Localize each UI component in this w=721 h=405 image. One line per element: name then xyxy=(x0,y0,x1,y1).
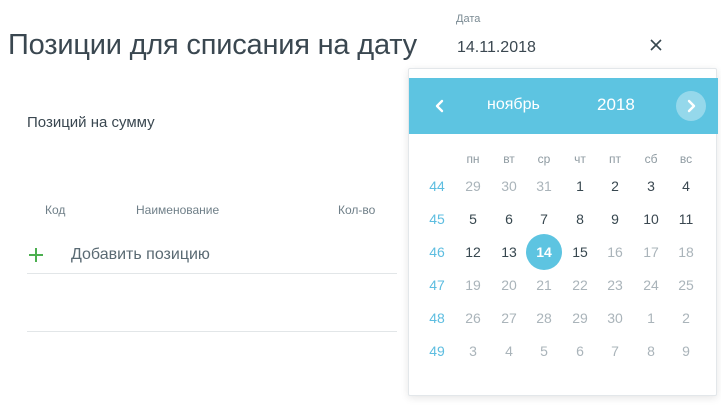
week-row: 49 3 4 5 6 7 8 9 xyxy=(421,335,711,368)
close-button[interactable] xyxy=(647,36,665,54)
column-header-name: Наименование xyxy=(136,203,220,217)
day-cell[interactable]: 6 xyxy=(493,203,525,235)
divider xyxy=(27,331,397,332)
plus-icon xyxy=(29,248,43,262)
day-cell[interactable]: 26 xyxy=(457,302,489,334)
sum-label: Позиций на сумму xyxy=(27,114,155,131)
day-cell[interactable]: 2 xyxy=(670,302,702,334)
day-cell[interactable]: 20 xyxy=(493,269,525,301)
day-cell[interactable]: 5 xyxy=(457,203,489,235)
prev-month-button[interactable] xyxy=(427,92,453,120)
day-cell[interactable]: 5 xyxy=(528,335,560,367)
day-cell[interactable]: 2 xyxy=(599,170,631,202)
week-number: 48 xyxy=(429,310,445,326)
week-row: 46 12 13 14 15 16 17 18 xyxy=(421,234,711,270)
weekday-label: чт xyxy=(574,152,586,166)
day-cell[interactable]: 6 xyxy=(564,335,596,367)
date-input[interactable] xyxy=(457,37,567,59)
week-number: 46 xyxy=(429,244,445,260)
day-cell[interactable]: 22 xyxy=(564,269,596,301)
datepicker-header: ноябрь 2018 xyxy=(409,78,718,134)
chevron-right-icon xyxy=(687,99,696,113)
day-cell[interactable]: 10 xyxy=(635,203,667,235)
day-cell[interactable]: 4 xyxy=(493,335,525,367)
chevron-left-icon xyxy=(435,99,444,113)
day-cell[interactable]: 21 xyxy=(528,269,560,301)
next-month-button[interactable] xyxy=(676,91,706,121)
week-number: 47 xyxy=(429,277,445,293)
day-cell[interactable]: 8 xyxy=(564,203,596,235)
day-cell[interactable]: 18 xyxy=(670,236,702,268)
week-row: 45 5 6 7 8 9 10 11 xyxy=(421,203,711,236)
week-number: 49 xyxy=(429,343,445,359)
datepicker-grid: пн вт ср чт пт сб вс 44 29 30 31 1 2 3 4… xyxy=(421,148,711,368)
day-cell[interactable]: 17 xyxy=(635,236,667,268)
day-cell[interactable]: 15 xyxy=(564,236,596,268)
day-cell[interactable]: 30 xyxy=(493,170,525,202)
day-cell[interactable]: 31 xyxy=(528,170,560,202)
day-cell[interactable]: 3 xyxy=(635,170,667,202)
weekday-label: сб xyxy=(644,152,658,166)
datepicker-year[interactable]: 2018 xyxy=(597,95,635,115)
day-cell[interactable]: 7 xyxy=(599,335,631,367)
day-cell[interactable]: 7 xyxy=(528,203,560,235)
day-cell[interactable]: 24 xyxy=(635,269,667,301)
day-cell[interactable]: 27 xyxy=(493,302,525,334)
column-header-qty: Кол-во xyxy=(338,203,376,217)
add-item-button[interactable]: Добавить позицию xyxy=(27,238,397,274)
close-icon xyxy=(650,39,662,51)
day-cell[interactable]: 28 xyxy=(528,302,560,334)
datepicker-month[interactable]: ноябрь xyxy=(487,96,540,114)
day-cell[interactable]: 30 xyxy=(599,302,631,334)
day-cell[interactable]: 9 xyxy=(670,335,702,367)
day-cell[interactable]: 12 xyxy=(457,236,489,268)
day-cell[interactable]: 29 xyxy=(457,170,489,202)
day-cell[interactable]: 3 xyxy=(457,335,489,367)
day-cell[interactable]: 11 xyxy=(670,203,702,235)
day-cell[interactable]: 19 xyxy=(457,269,489,301)
weekday-label: вт xyxy=(503,152,515,166)
day-cell-selected[interactable]: 14 xyxy=(526,234,562,270)
day-cell[interactable]: 25 xyxy=(670,269,702,301)
day-cell[interactable]: 8 xyxy=(635,335,667,367)
weekday-label: ср xyxy=(537,152,551,166)
day-cell[interactable]: 23 xyxy=(599,269,631,301)
datepicker: ноябрь 2018 пн вт ср чт пт сб вс 44 29 3… xyxy=(408,68,718,396)
weekday-row: пн вт ср чт пт сб вс xyxy=(421,148,711,170)
week-number: 45 xyxy=(429,211,445,227)
day-cell[interactable]: 1 xyxy=(564,170,596,202)
day-cell[interactable]: 1 xyxy=(635,302,667,334)
date-label: Дата xyxy=(456,13,481,25)
add-item-label: Добавить позицию xyxy=(71,246,210,263)
week-row: 44 29 30 31 1 2 3 4 xyxy=(421,170,711,203)
day-cell[interactable]: 4 xyxy=(670,170,702,202)
week-number: 44 xyxy=(429,178,445,194)
week-row: 48 26 27 28 29 30 1 2 xyxy=(421,302,711,335)
page: Позиции для списания на дату Дата Позици… xyxy=(0,0,721,405)
day-cell[interactable]: 29 xyxy=(564,302,596,334)
column-header-code: Код xyxy=(45,203,66,217)
weekday-label: пт xyxy=(609,152,621,166)
day-cell[interactable]: 13 xyxy=(493,236,525,268)
week-row: 47 19 20 21 22 23 24 25 xyxy=(421,269,711,302)
weekday-label: пн xyxy=(466,152,480,166)
weekday-label: вс xyxy=(679,152,693,166)
page-title: Позиции для списания на дату xyxy=(8,29,417,61)
day-cell[interactable]: 9 xyxy=(599,203,631,235)
day-cell[interactable]: 16 xyxy=(599,236,631,268)
